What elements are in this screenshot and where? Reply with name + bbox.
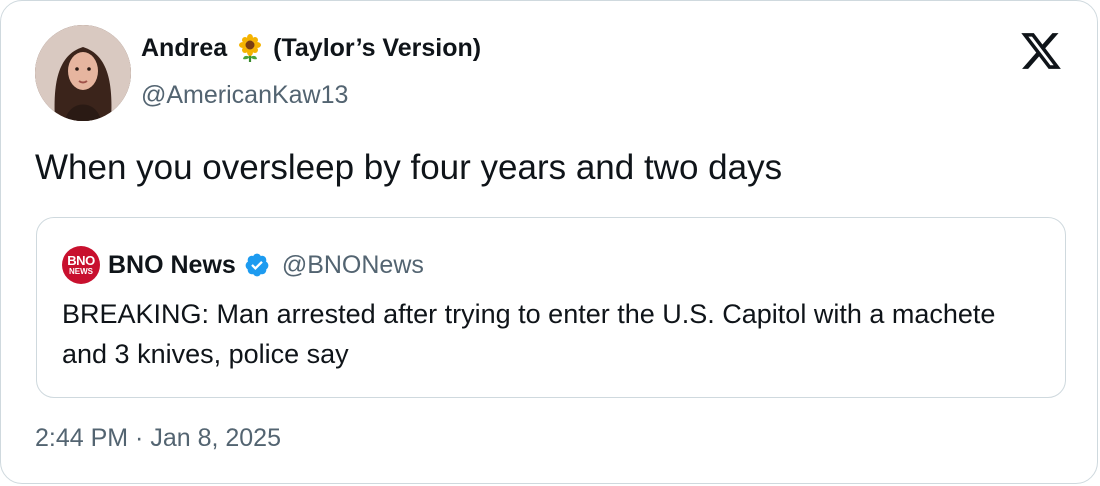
quoted-tweet-text: BREAKING: Man arrested after trying to e… bbox=[62, 299, 996, 369]
tweet-card: Andrea (Taylor’s Version) @AmericanKaw13… bbox=[0, 0, 1098, 484]
author-name-text: Andrea bbox=[141, 33, 228, 62]
bno-logo-subtext: NEWS bbox=[69, 267, 93, 276]
author-avatar[interactable] bbox=[35, 25, 131, 121]
bno-logo-text: BNO bbox=[67, 253, 95, 268]
avatar-image bbox=[35, 25, 131, 121]
quoted-author-handle[interactable]: @BNONews bbox=[282, 251, 424, 280]
quoted-author-name[interactable]: BNO News bbox=[108, 251, 236, 280]
tweet-text: When you oversleep by four years and two… bbox=[35, 148, 783, 187]
x-logo-icon[interactable] bbox=[1018, 29, 1064, 73]
bno-avatar[interactable]: BNO NEWS bbox=[62, 246, 100, 284]
author-name-suffix: (Taylor’s Version) bbox=[273, 33, 482, 62]
sunflower-icon bbox=[239, 34, 262, 62]
author-handle[interactable]: @AmericanKaw13 bbox=[141, 81, 348, 110]
quoted-tweet[interactable]: BNO NEWS BNO News @BNONews BREAKING: Man… bbox=[36, 217, 1066, 398]
verified-badge-icon bbox=[245, 253, 269, 277]
tweet-timestamp[interactable]: 2:44 PM · Jan 8, 2025 bbox=[35, 424, 281, 453]
quoted-tweet-header: BNO NEWS BNO News @BNONews bbox=[62, 246, 424, 284]
author-name[interactable]: Andrea (Taylor’s Version) bbox=[141, 33, 481, 63]
